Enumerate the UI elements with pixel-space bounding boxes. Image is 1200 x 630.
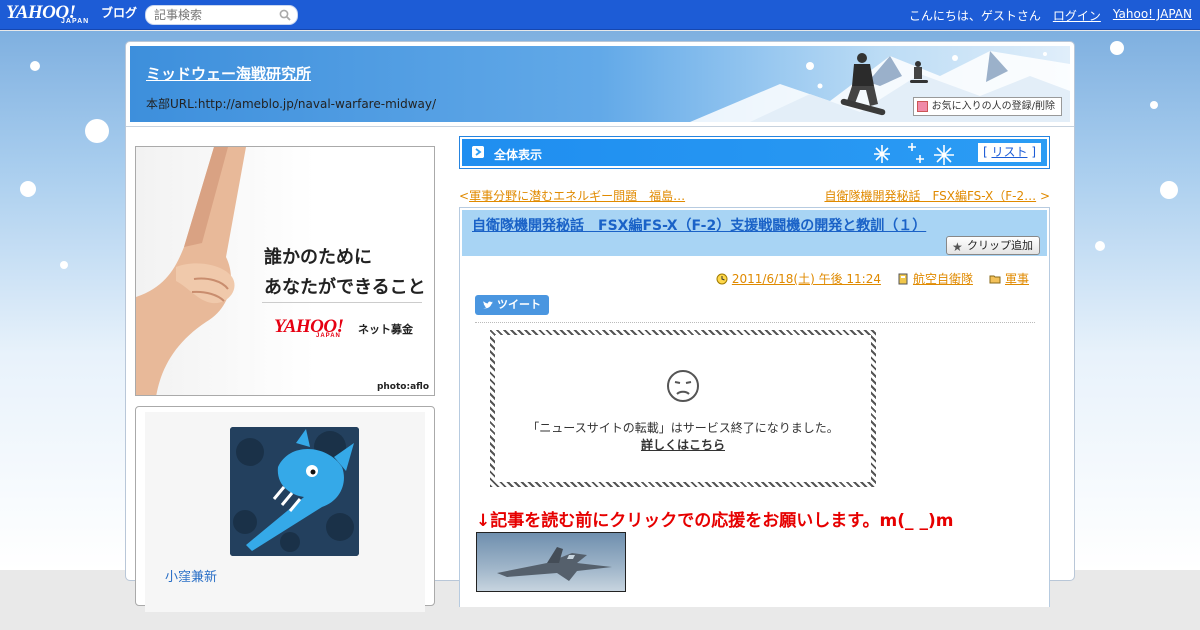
search-box[interactable]	[145, 5, 298, 25]
blog-header: ミッドウェー海戦研究所 本部URL:http://ameblo.jp/naval…	[130, 46, 1070, 122]
notice-link-row: 詳しくはこちら	[495, 436, 871, 453]
article-title[interactable]: 自衛隊機開発秘話 FSX編FS-X（F-2）支援戦闘機の開発と教訓（１）	[472, 215, 926, 235]
search-icon[interactable]	[279, 9, 291, 21]
avatar[interactable]	[230, 427, 359, 556]
snowflake-decoration-icon	[874, 143, 954, 165]
banner-divider	[262, 302, 422, 303]
list-open-bracket: [	[982, 145, 988, 159]
clock-icon	[716, 273, 728, 284]
article-category-1: 航空自衛隊	[897, 270, 973, 287]
blog-title[interactable]: ミッドウェー海戦研究所	[146, 63, 311, 84]
article-meta: 2011/6/18(土) 午後 11:24 航空自衛隊 軍事	[716, 270, 1029, 287]
clip-add-button[interactable]: ★ クリップ追加	[946, 236, 1040, 255]
blog-logo-text[interactable]: ブログ	[101, 4, 137, 21]
banner-line-1: 誰かのために	[264, 247, 372, 268]
category-link-2[interactable]: 軍事	[1005, 270, 1029, 287]
blog-url: 本部URL:http://ameblo.jp/naval-warfare-mid…	[146, 97, 437, 111]
banner-line-2: あなたができること	[264, 277, 426, 298]
arrow-right-icon	[472, 146, 484, 158]
category-link-1[interactable]: 航空自衛隊	[913, 270, 973, 287]
yahoo-japan-link[interactable]: Yahoo! JAPAN	[1113, 7, 1192, 24]
banner-photo-credit: photo:aflo	[376, 382, 429, 392]
snowflake-decoration	[1095, 241, 1105, 251]
snowflake-decoration	[1160, 181, 1178, 199]
banner-service-name: ネット募金	[358, 323, 413, 336]
favorite-register-button[interactable]: お気に入りの人の登録/削除	[912, 97, 1062, 116]
tweet-label: ツイート	[497, 298, 541, 311]
list-view-link[interactable]: リスト	[991, 145, 1027, 159]
user-links: こんにちは、ゲストさん ログイン Yahoo! JAPAN	[909, 7, 1192, 24]
snowflake-decoration	[60, 261, 68, 269]
prev-article: <軍事分野に潜むエネルギー問題 福島…	[459, 187, 685, 204]
yahoo-logo-sub: JAPAN	[61, 18, 90, 25]
twitter-bird-icon	[483, 301, 493, 309]
prev-article-link[interactable]: 軍事分野に潜むエネルギー問題 福島…	[469, 189, 685, 203]
favorite-button-label: お気に入りの人の登録/削除	[931, 101, 1055, 112]
net-donation-banner[interactable]: 誰かのために あなたができること YAHOO! JAPAN ネット募金 phot…	[135, 146, 435, 396]
article-view-bar-inner: 全体表示 [ リスト ]	[462, 139, 1047, 166]
clip-add-label: クリップ追加	[967, 239, 1033, 252]
blog-container: ミッドウェー海戦研究所 本部URL:http://ameblo.jp/naval…	[125, 41, 1075, 612]
profile-name[interactable]: 小窪兼新	[165, 566, 217, 585]
star-icon: ★	[952, 240, 963, 254]
handshake-image	[136, 147, 246, 395]
swordfish-avatar-icon	[230, 427, 359, 556]
profile-box: 小窪兼新	[135, 406, 435, 612]
next-article: 自衛隊機開発秘話 FSX編FS-X（F-2… >	[824, 187, 1050, 204]
dotted-divider	[475, 322, 1035, 323]
folder-icon	[989, 275, 1001, 283]
notice-text: 「ニュースサイトの転載」はサービス終了になりました。	[527, 421, 839, 435]
next-arrow: >	[1039, 189, 1050, 203]
snowflake-decoration	[1150, 101, 1158, 109]
book-icon	[898, 273, 908, 284]
search-input[interactable]	[154, 8, 279, 22]
article-date: 2011/6/18(土) 午後 11:24	[716, 270, 881, 287]
article-pager: <軍事分野に潜むエネルギー問題 福島… 自衛隊機開発秘話 FSX編FS-X（F-…	[459, 187, 1050, 203]
favorite-icon	[916, 101, 928, 112]
list-toggle: [ リスト ]	[977, 143, 1041, 162]
article-view-bar: 全体表示 [ リスト ]	[459, 136, 1050, 169]
details-link[interactable]: 詳しくはこちら	[641, 438, 725, 452]
snowflake-decoration	[1110, 41, 1124, 55]
next-article-link[interactable]: 自衛隊機開発秘話 FSX編FS-X（F-2…	[824, 189, 1036, 203]
article-category-2: 軍事	[989, 270, 1029, 287]
sad-face-icon	[667, 370, 699, 402]
view-all-title: 全体表示	[494, 148, 543, 162]
fighter-jet-illustration	[497, 547, 612, 581]
header-divider	[126, 126, 1074, 127]
snowflake-decoration	[85, 119, 109, 143]
prev-arrow: <	[459, 189, 470, 203]
top-bar: YAHOO! JAPAN ブログ こんにちは、ゲストさん ログイン Yahoo!…	[0, 0, 1200, 30]
fighter-jet-image[interactable]	[476, 532, 626, 592]
support-request-message: ↓記事を読む前にクリックでの応援をお願いします。m(_ _)m	[476, 511, 954, 531]
tweet-button[interactable]: ツイート	[475, 295, 549, 315]
article-date-link[interactable]: 2011/6/18(土) 午後 11:24	[732, 270, 881, 287]
banner-yahoo-logo-sub: JAPAN	[316, 333, 341, 339]
service-ended-notice: 「ニュースサイトの転載」はサービス終了になりました。 詳しくはこちら	[490, 330, 876, 487]
greeting-text: こんにちは、ゲストさん	[908, 9, 1041, 23]
snowflake-decoration	[20, 181, 36, 197]
notice-inner: 「ニュースサイトの転載」はサービス終了になりました。 詳しくはこちら	[495, 335, 871, 482]
profile-inner: 小窪兼新	[145, 412, 425, 612]
snowflake-decoration	[30, 61, 40, 71]
article-header: 自衛隊機開発秘話 FSX編FS-X（F-2）支援戦闘機の開発と教訓（１） ★ ク…	[462, 210, 1047, 256]
article: 自衛隊機開発秘話 FSX編FS-X（F-2）支援戦闘機の開発と教訓（１） ★ ク…	[459, 207, 1050, 607]
list-close-bracket: ]	[1031, 145, 1036, 159]
login-link[interactable]: ログイン	[1053, 7, 1101, 24]
